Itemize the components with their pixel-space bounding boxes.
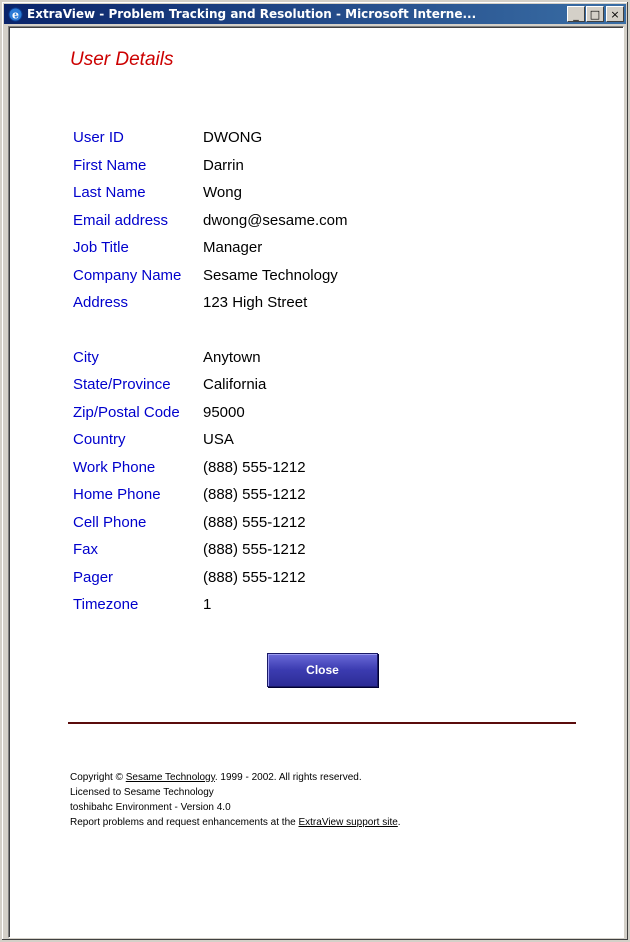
copyright-prefix: Copyright © — [70, 772, 126, 783]
detail-value: Manager — [203, 239, 263, 256]
svg-text:e: e — [12, 8, 19, 21]
minimize-icon: _ — [573, 7, 579, 21]
detail-row-zip: Zip/Postal Code 95000 — [73, 404, 347, 432]
detail-label: Job Title — [73, 239, 129, 256]
detail-label: Address — [73, 294, 129, 311]
detail-label: City — [73, 348, 99, 366]
detail-value: Anytown — [203, 348, 261, 366]
maximize-button[interactable]: □ — [586, 6, 604, 22]
detail-value: dwong@sesame.com — [203, 211, 348, 229]
detail-value: California — [203, 376, 267, 393]
copyright-suffix: . 1999 - 2002. All rights reserved. — [214, 772, 362, 783]
detail-row-first-name: First Name Darrin — [73, 157, 347, 185]
detail-row-timezone: Timezone 1 — [73, 596, 347, 624]
browser-window: e ExtraView - Problem Tracking and Resol… — [0, 0, 630, 942]
detail-row-city: City Anytown — [73, 349, 347, 377]
detail-row-country: Country USA — [73, 431, 347, 459]
detail-value: 123 High Street — [203, 294, 308, 311]
detail-label: Home Phone — [73, 486, 161, 503]
report-prefix: Report problems and request enhancements… — [70, 817, 299, 828]
detail-value: DWONG — [203, 129, 263, 146]
page-content: User Details User ID DWONG First Name Da… — [8, 26, 624, 938]
detail-label: Company Name — [73, 266, 182, 284]
footer: Copyright © Sesame Technology. 1999 - 20… — [70, 770, 401, 830]
detail-row-address: Address 123 High Street — [73, 294, 347, 322]
detail-value: Wong — [203, 184, 242, 201]
license-line: Licensed to Sesame Technology — [70, 787, 214, 798]
support-site-link[interactable]: ExtraView support site — [298, 817, 397, 828]
detail-value: Sesame Technology — [203, 266, 338, 284]
detail-row-company-name: Company Name Sesame Technology — [73, 267, 347, 295]
detail-label: Zip/Postal Code — [73, 403, 180, 421]
detail-label: Fax — [73, 541, 99, 558]
detail-row-last-name: Last Name Wong — [73, 184, 347, 212]
detail-value: (888) 555-1212 — [203, 541, 306, 558]
detail-label: Email address — [73, 211, 169, 229]
internet-explorer-icon: e — [7, 6, 23, 22]
detail-row-home-phone: Home Phone (888) 555-1212 — [73, 486, 347, 514]
detail-label: Last Name — [73, 184, 146, 201]
detail-row-work-phone: Work Phone (888) 555-1212 — [73, 459, 347, 487]
detail-label: Timezone — [73, 596, 139, 613]
close-button[interactable]: Close — [267, 653, 378, 687]
detail-label: First Name — [73, 156, 147, 174]
detail-label: Pager — [73, 568, 114, 586]
detail-row-job-title: Job Title Manager — [73, 239, 347, 267]
detail-row-cell-phone: Cell Phone (888) 555-1212 — [73, 514, 347, 542]
close-icon: × — [610, 7, 620, 21]
page-title: User Details — [70, 49, 174, 70]
detail-label: User ID — [73, 129, 124, 146]
minimize-button[interactable]: _ — [567, 6, 585, 22]
title-bar[interactable]: e ExtraView - Problem Tracking and Resol… — [4, 4, 626, 24]
detail-value: (888) 555-1212 — [203, 568, 306, 586]
detail-label: Cell Phone — [73, 513, 147, 531]
detail-row-email: Email address dwong@sesame.com — [73, 212, 347, 240]
report-suffix: . — [397, 817, 401, 828]
window-controls: _ □ × — [566, 6, 624, 22]
detail-value: (888) 555-1212 — [203, 486, 306, 503]
detail-row-state: State/Province California — [73, 376, 347, 404]
maximize-icon: □ — [589, 7, 601, 21]
user-details-list: User ID DWONG First Name Darrin Last Nam… — [73, 129, 347, 624]
window-title: ExtraView - Problem Tracking and Resolut… — [27, 7, 477, 21]
divider — [68, 722, 576, 724]
environment-line: toshibahc Environment - Version 4.0 — [70, 802, 231, 813]
report-line: Report problems and request enhancements… — [70, 815, 401, 830]
detail-row-pager: Pager (888) 555-1212 — [73, 569, 347, 597]
detail-value: 95000 — [203, 403, 245, 421]
detail-value: (888) 555-1212 — [203, 513, 306, 531]
detail-value: USA — [203, 431, 234, 448]
detail-value: (888) 555-1212 — [203, 458, 306, 476]
close-window-button[interactable]: × — [606, 6, 624, 22]
detail-label: Work Phone — [73, 458, 156, 476]
copyright-line: Copyright © Sesame Technology. 1999 - 20… — [70, 770, 401, 785]
sesame-technology-link[interactable]: Sesame Technology — [126, 772, 215, 783]
detail-row-fax: Fax (888) 555-1212 — [73, 541, 347, 569]
detail-row-user-id: User ID DWONG — [73, 129, 347, 157]
detail-value: 1 — [203, 596, 212, 613]
detail-label: State/Province — [73, 376, 171, 393]
detail-label: Country — [73, 431, 126, 448]
detail-value: Darrin — [203, 156, 244, 174]
